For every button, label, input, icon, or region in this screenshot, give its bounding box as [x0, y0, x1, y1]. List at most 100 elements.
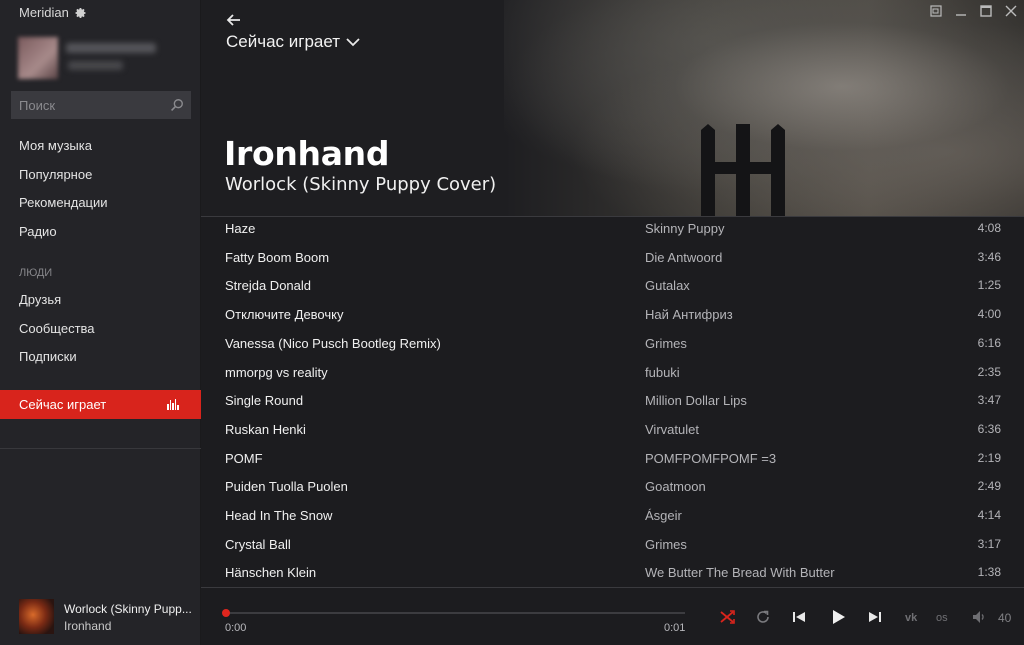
play-icon	[833, 610, 845, 624]
track-row[interactable]: Fatty Boom Boom Die Antwoord 3:46	[201, 245, 1024, 274]
track-artist[interactable]: fubuki	[645, 365, 680, 380]
current-time: 0:00	[225, 622, 247, 634]
compact-mode-icon[interactable]	[929, 4, 943, 18]
equalizer-icon	[167, 399, 179, 410]
view-title: Сейчас играет	[226, 32, 341, 51]
os-status-button[interactable]: os	[936, 612, 948, 624]
next-button[interactable]	[866, 608, 884, 626]
avatar[interactable]	[18, 37, 58, 79]
album-cover-thumbnail[interactable]	[19, 599, 54, 634]
user-profile[interactable]	[18, 37, 193, 81]
sidebar-item-subscriptions[interactable]: Подписки	[0, 343, 201, 372]
track-artist[interactable]: Million Dollar Lips	[645, 393, 747, 408]
sidebar-item-communities[interactable]: Сообщества	[0, 315, 201, 344]
sidebar-item-recommendations[interactable]: Рекомендации	[0, 189, 201, 218]
search-input[interactable]	[19, 97, 159, 113]
app-title-bar: Meridian	[19, 5, 86, 20]
track-artist[interactable]: Grimes	[645, 537, 687, 552]
volume-button[interactable]	[971, 609, 987, 625]
sidebar-item-radio[interactable]: Радио	[0, 218, 201, 247]
current-track-title: Worlock (Skinny Puppy Cover)	[225, 174, 497, 195]
vk-status-button[interactable]: vk	[905, 612, 917, 624]
back-arrow-icon[interactable]	[225, 13, 241, 27]
previous-button[interactable]	[790, 608, 808, 626]
sidebar-item-popular[interactable]: Популярное	[0, 161, 201, 190]
section-heading-people: ЛЮДИ	[19, 267, 53, 279]
track-title: Ruskan Henki	[225, 421, 306, 437]
track-row[interactable]: Hänschen Klein We Butter The Bread With …	[201, 560, 1024, 587]
now-playing-header: Сейчас играет Ironhand Worlock (Skinny P…	[201, 0, 1024, 216]
track-row[interactable]: Ruskan Henki Virvatulet 6:36	[201, 417, 1024, 446]
track-title: Head In The Snow	[225, 508, 333, 523]
volume-level[interactable]: 40	[998, 611, 1011, 625]
track-artist[interactable]: We Butter The Bread With Butter	[645, 565, 835, 580]
track-row[interactable]: Отключите Девочку Най Антифриз 4:00	[201, 302, 1024, 331]
divider	[0, 448, 201, 449]
track-title: Crystal Ball	[225, 536, 291, 552]
previous-icon	[793, 612, 805, 622]
app-title: Meridian	[19, 5, 69, 20]
track-artist[interactable]: Die Antwoord	[645, 250, 722, 265]
track-artist[interactable]: Gutalax	[645, 278, 690, 293]
track-title: POMF	[225, 450, 263, 466]
mini-player[interactable]: Worlock (Skinny Pupp... Ironhand	[19, 599, 194, 635]
track-artist[interactable]: Skinny Puppy	[645, 221, 725, 236]
track-duration: 4:00	[977, 307, 1001, 322]
track-duration: 2:49	[977, 479, 1001, 494]
track-title: Haze	[225, 221, 256, 236]
gear-icon[interactable]	[75, 7, 86, 18]
track-duration: 6:16	[977, 335, 1001, 350]
track-artist[interactable]: Ásgeir	[645, 508, 682, 523]
next-icon	[869, 612, 881, 622]
track-artist[interactable]: Goatmoon	[645, 479, 706, 494]
track-duration: 3:17	[977, 536, 1001, 551]
track-artist[interactable]: POMFPOMFPOMF =3	[645, 451, 776, 466]
band-logo-icon	[701, 124, 785, 216]
close-icon[interactable]	[1004, 4, 1018, 18]
window-controls	[929, 4, 1018, 18]
track-row[interactable]: Strejda Donald Gutalax 1:25	[201, 273, 1024, 302]
view-title-dropdown[interactable]: Сейчас играет	[226, 32, 360, 52]
track-duration: 3:46	[977, 249, 1001, 264]
play-button[interactable]	[829, 608, 847, 626]
maximize-icon[interactable]	[979, 4, 993, 18]
sidebar-item-friends[interactable]: Друзья	[0, 286, 201, 315]
volume-icon	[973, 611, 984, 623]
progress-bar[interactable]	[222, 609, 685, 617]
track-title: Fatty Boom Boom	[225, 249, 330, 265]
track-row[interactable]: Single Round Million Dollar Lips 3:47	[201, 388, 1024, 417]
sidebar-item-label: Сейчас играет	[19, 397, 107, 412]
shuffle-button[interactable]	[718, 608, 736, 626]
track-row[interactable]: Head In The Snow Ásgeir 4:14	[201, 503, 1024, 532]
track-row[interactable]: Vanessa (Nico Pusch Bootleg Remix) Grime…	[201, 331, 1024, 360]
search-box[interactable]	[11, 91, 191, 119]
current-artist[interactable]: Ironhand	[224, 134, 390, 173]
track-row[interactable]: Puiden Tuolla Puolen Goatmoon 2:49	[201, 474, 1024, 503]
repeat-button[interactable]	[754, 608, 772, 626]
track-row[interactable]: Haze Skinny Puppy 4:08	[201, 217, 1024, 245]
track-artist[interactable]: Най Антифриз	[645, 307, 733, 322]
track-list: Haze Skinny Puppy 4:08 Fatty Boom Boom D…	[201, 216, 1024, 587]
search-icon[interactable]	[170, 98, 184, 112]
sidebar-item-now-playing[interactable]: Сейчас играет	[0, 390, 201, 419]
sidebar-item-my-music[interactable]: Моя музыка	[0, 132, 201, 161]
track-row[interactable]: Crystal Ball Grimes 3:17	[201, 532, 1024, 561]
track-title: Single Round	[225, 393, 304, 409]
track-title: Vanessa (Nico Pusch Bootleg Remix)	[225, 335, 441, 351]
track-duration: 4:08	[977, 221, 1001, 235]
repeat-icon	[757, 610, 769, 623]
track-artist[interactable]: Grimes	[645, 336, 687, 351]
progress-handle[interactable]	[222, 609, 230, 617]
people-nav: ЛЮДИ Друзья Сообщества Подписки	[0, 260, 201, 372]
track-duration: 2:35	[977, 364, 1001, 379]
minimize-icon[interactable]	[954, 4, 968, 18]
track-row[interactable]: POMF POMFPOMFPOMF =3 2:19	[201, 446, 1024, 475]
music-nav: Моя музыка Популярное Рекомендации Радио	[0, 132, 201, 246]
track-duration: 1:25	[977, 278, 1001, 293]
track-title: Hänschen Klein	[225, 565, 317, 581]
track-artist[interactable]: Virvatulet	[645, 422, 699, 437]
mini-player-artist: Ironhand	[64, 619, 112, 633]
track-title: Puiden Tuolla Puolen	[225, 479, 348, 495]
track-row[interactable]: mmorpg vs reality fubuki 2:35	[201, 360, 1024, 389]
sidebar: Meridian Моя музыка Популярное Рекоменда…	[0, 0, 201, 645]
